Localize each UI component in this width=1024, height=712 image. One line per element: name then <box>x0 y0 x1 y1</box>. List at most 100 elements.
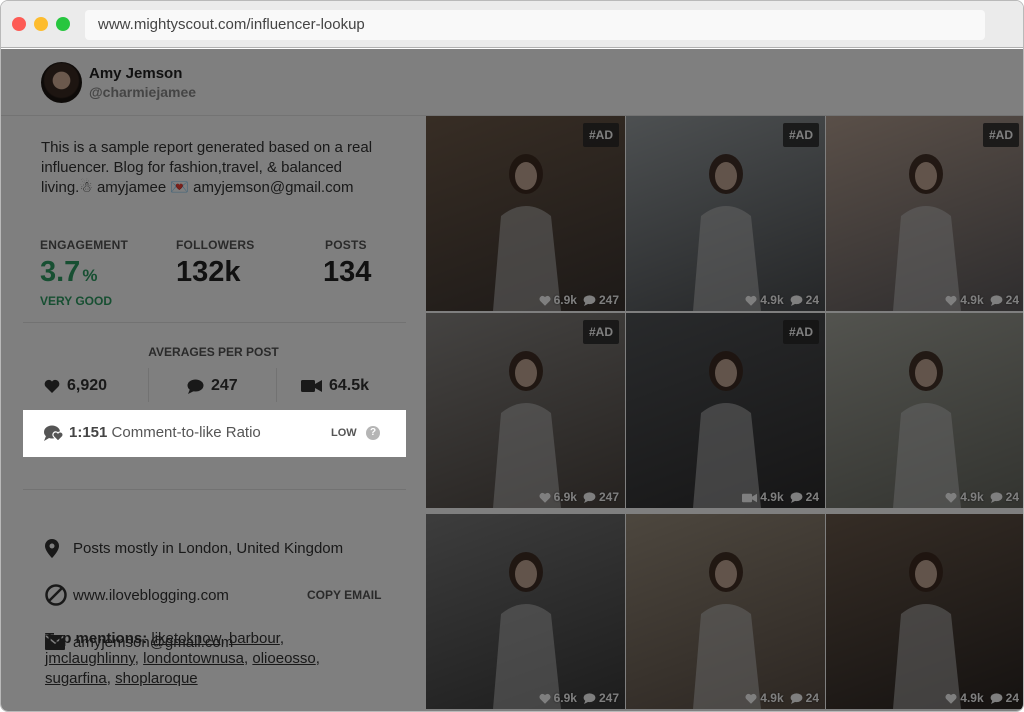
top-mentions: Top mentions: liketoknow, barbour, jmcla… <box>45 630 320 687</box>
average-likes-value: 6,920 <box>67 377 108 394</box>
heart-icon <box>539 295 551 306</box>
heart-icon <box>539 492 551 503</box>
post-comments-value: 247 <box>598 691 619 705</box>
ratio-level: LOW <box>331 427 357 439</box>
post-comments: 247 <box>583 293 619 307</box>
post-comments: 247 <box>583 691 619 705</box>
page-content: Amy Jemson @charmiejamee This is a sampl… <box>1 49 1023 711</box>
ad-badge: #AD <box>782 320 819 344</box>
post-likes: 4.9k <box>745 691 784 705</box>
post-comments-value: 24 <box>1005 691 1019 705</box>
engagement-unit: % <box>82 266 98 285</box>
minimize-window-button[interactable] <box>34 17 48 31</box>
post-likes-value: 6.9k <box>553 293 577 307</box>
post-thumbnail[interactable]: #AD 4.9k 24 <box>626 313 825 508</box>
browser-window: www.mightyscout.com/influencer-lookup Am… <box>0 0 1024 712</box>
ratio-value: 1:151 <box>69 424 108 441</box>
post-comments-value: 24 <box>805 293 819 307</box>
post-likes: 6.9k <box>539 691 577 705</box>
person-photo <box>471 136 581 311</box>
mention-link[interactable]: barbour <box>229 630 280 647</box>
post-comments-value: 24 <box>1005 490 1019 504</box>
post-thumbnail[interactable]: 6.9k 247 <box>426 514 625 709</box>
person-photo <box>471 333 581 508</box>
comment-icon <box>790 295 803 306</box>
post-comments: 24 <box>790 691 819 705</box>
maximize-window-button[interactable] <box>56 17 70 31</box>
comment-icon <box>790 492 803 503</box>
post-likes: 4.9k <box>945 293 984 307</box>
post-comments-value: 247 <box>598 490 619 504</box>
post-likes-value: 4.9k <box>760 293 784 307</box>
mention-link[interactable]: sugarfina <box>45 670 107 687</box>
post-stats: 4.9k 24 <box>945 691 1019 705</box>
post-stats: 4.9k 24 <box>745 691 819 705</box>
location-text: Posts mostly in London, United Kingdom <box>73 539 344 557</box>
post-thumbnail[interactable]: #AD 6.9k 247 <box>426 116 625 311</box>
post-comments: 24 <box>990 490 1019 504</box>
divider <box>23 322 406 323</box>
post-comments-value: 24 <box>805 691 819 705</box>
address-bar[interactable]: www.mightyscout.com/influencer-lookup <box>85 10 985 40</box>
post-comments: 24 <box>990 691 1019 705</box>
mention-link[interactable]: shoplaroque <box>115 670 198 687</box>
comment-icon <box>583 492 596 503</box>
heart-icon <box>539 693 551 704</box>
comment-icon <box>187 379 204 394</box>
ad-badge: #AD <box>582 123 619 147</box>
ratio-label: Comment-to-like Ratio <box>111 424 261 441</box>
post-likes: 4.9k <box>945 691 984 705</box>
divider <box>23 489 406 490</box>
post-views-value: 4.9k <box>760 490 784 504</box>
mention-link[interactable]: olioeosso <box>252 650 315 667</box>
post-thumbnail[interactable]: #AD 6.9k 247 <box>426 313 625 508</box>
engagement-rating: VERY GOOD <box>40 294 113 308</box>
post-stats: 4.9k 24 <box>742 490 819 504</box>
heart-icon <box>945 295 957 306</box>
close-window-button[interactable] <box>12 17 26 31</box>
person-photo <box>871 534 981 709</box>
heart-icon <box>44 379 60 393</box>
profile-bio: This is a sample report generated based … <box>41 139 373 196</box>
post-likes-value: 4.9k <box>960 691 984 705</box>
post-stats: 4.9k 24 <box>745 293 819 307</box>
person-photo <box>871 136 981 311</box>
heart-icon <box>745 295 757 306</box>
person-photo <box>671 136 781 311</box>
engagement-label: ENGAGEMENT <box>40 238 129 252</box>
website-link[interactable]: www.iloveblogging.com <box>73 587 229 604</box>
post-thumbnail[interactable]: #AD 4.9k 24 <box>826 116 1023 311</box>
mention-link[interactable]: jmclaughlinny <box>45 650 135 667</box>
post-likes: 6.9k <box>539 490 577 504</box>
averages-title: AVERAGES PER POST <box>148 345 279 359</box>
average-likes: 6,920 <box>44 373 107 399</box>
browser-toolbar: www.mightyscout.com/influencer-lookup <box>1 1 1023 48</box>
followers-label: FOLLOWERS <box>176 238 255 252</box>
post-thumbnail[interactable]: 4.9k 24 <box>826 514 1023 709</box>
heart-icon <box>745 693 757 704</box>
post-likes: 4.9k <box>745 293 784 307</box>
post-likes-value: 4.9k <box>960 490 984 504</box>
comment-like-ratio-card: 1:151 Comment-to-like Ratio LOW ? <box>23 410 406 457</box>
average-comments-value: 247 <box>211 377 238 394</box>
person-photo <box>871 333 981 508</box>
post-thumbnail[interactable]: #AD 4.9k 24 <box>626 116 825 311</box>
average-views-value: 64.5k <box>329 377 370 394</box>
location-row: Posts mostly in London, United Kingdom <box>45 535 343 561</box>
location-pin-icon <box>45 538 73 558</box>
posts-label: POSTS <box>325 238 367 252</box>
mention-link[interactable]: londontownusa <box>143 650 244 667</box>
post-thumbnail[interactable]: 4.9k 24 <box>826 313 1023 508</box>
engagement-value: 3.7% <box>40 256 97 289</box>
post-thumbnail[interactable]: 4.9k 24 <box>626 514 825 709</box>
followers-value: 132k <box>176 256 241 288</box>
copy-email-button[interactable]: COPY EMAIL <box>307 588 381 602</box>
average-comments: 247 <box>187 373 238 399</box>
post-likes-value: 4.9k <box>960 293 984 307</box>
post-stats: 6.9k 247 <box>539 691 619 705</box>
ad-badge: #AD <box>782 123 819 147</box>
heart-comment-icon <box>43 424 65 447</box>
mention-link[interactable]: liketoknow <box>151 630 220 647</box>
help-icon[interactable]: ? <box>366 426 380 440</box>
person-photo <box>671 534 781 709</box>
